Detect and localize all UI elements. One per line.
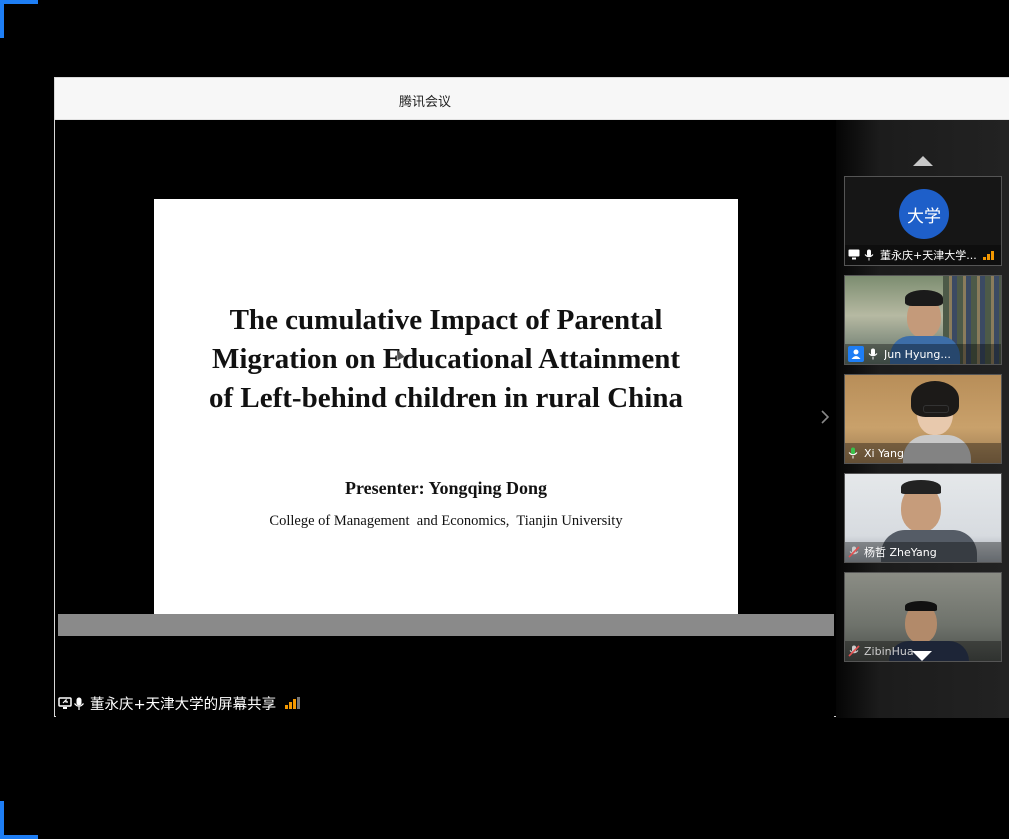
participant-tile[interactable]: ZibinHua	[844, 572, 1002, 662]
participant-name: 杨哲 ZheYang	[864, 546, 937, 559]
participant-name: Xi Yang	[864, 446, 904, 460]
participant-tile[interactable]: Jun Hyung...	[844, 275, 1002, 365]
microphone-muted-icon	[848, 645, 860, 657]
participant-label: 杨哲 ZheYang	[845, 542, 1001, 562]
slide-presenter: Presenter: Yongqing Dong	[345, 478, 547, 498]
microphone-icon	[868, 348, 880, 360]
participant-sidebar: 大学 董永庆+天津大学... Jun Hyung... Xi Yang 杨哲 Z…	[836, 120, 1009, 718]
participant-label: 董永庆+天津大学...	[845, 245, 1001, 265]
title-bar[interactable]: 腾讯会议	[55, 78, 1009, 120]
corner-marker-bottom	[0, 835, 38, 839]
chevron-right-icon[interactable]	[820, 409, 834, 427]
signal-strength-icon	[982, 250, 994, 260]
participant-tile[interactable]: 大学 董永庆+天津大学...	[844, 176, 1002, 266]
participant-name: ZibinHua	[864, 644, 914, 658]
scroll-up-icon[interactable]	[913, 156, 933, 166]
slide-title-line: The cumulative Impact of Parental	[229, 304, 663, 336]
signal-strength-icon	[285, 697, 301, 709]
slide-title-line: of Left-behind children in rural China	[209, 382, 683, 414]
avatar: 大学	[899, 189, 949, 239]
microphone-icon	[864, 249, 876, 261]
presentation-slide: The cumulative Impact of Parental Migrat…	[154, 199, 738, 614]
microphone-muted-icon	[848, 546, 860, 558]
corner-marker-top	[0, 0, 38, 4]
user-icon	[848, 346, 864, 362]
participant-label: Xi Yang	[845, 443, 1001, 463]
window-title: 腾讯会议	[399, 95, 452, 110]
corner-marker-top-vertical	[0, 0, 4, 38]
microphone-active-icon	[848, 447, 860, 459]
scroll-down-icon[interactable]	[912, 651, 932, 661]
slide-title-line: Migration on Educational Attainment	[211, 343, 681, 375]
corner-marker-bottom-vertical	[0, 801, 4, 839]
participant-name: 董永庆+天津大学...	[880, 249, 977, 262]
share-scroll-strip[interactable]	[58, 614, 834, 636]
screen-share-icon	[58, 697, 72, 709]
screen-share-label: 董永庆+天津大学的屏幕共享	[90, 696, 277, 713]
participant-name: Jun Hyung...	[884, 347, 951, 361]
slide-affiliation: College of Management and Economics, Tia…	[269, 513, 623, 529]
meeting-window: 腾讯会议 The cumulative Impact of Parental M…	[54, 77, 1009, 718]
participant-label: Jun Hyung...	[845, 344, 1001, 364]
shared-screen-area[interactable]: The cumulative Impact of Parental Migrat…	[56, 120, 834, 718]
participant-tile[interactable]: 杨哲 ZheYang	[844, 473, 1002, 563]
participant-tile[interactable]: Xi Yang	[844, 374, 1002, 464]
slide-title: The cumulative Impact of Parental Migrat…	[154, 301, 738, 418]
microphone-icon	[73, 697, 85, 710]
screen-share-icon	[848, 249, 860, 261]
screen-share-status: 董永庆+天津大学的屏幕共享	[58, 693, 301, 713]
